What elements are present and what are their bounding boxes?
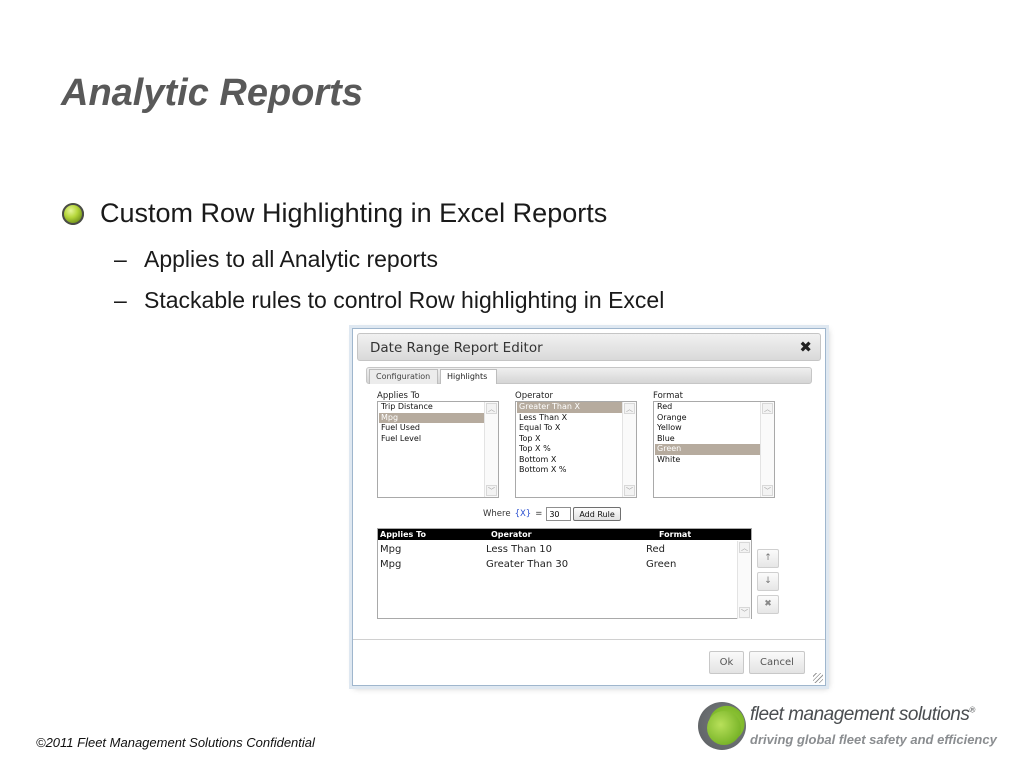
dash-marker: – <box>114 287 127 313</box>
where-equals: = <box>535 509 543 519</box>
table-header: Applies To Operator Format <box>378 529 751 540</box>
cell-operator: Greater Than 30 <box>486 559 569 570</box>
threshold-input[interactable] <box>546 507 572 521</box>
format-listbox[interactable]: Red Orange Yellow Blue Green White ︿ ﹀ <box>653 401 775 498</box>
list-item[interactable]: Equal To X <box>517 423 623 434</box>
column-header-applies-to: Applies To <box>380 530 426 539</box>
list-item[interactable]: Blue <box>655 434 761 445</box>
applies-to-label: Applies To <box>377 391 420 401</box>
where-row: Where {X} = Add Rule <box>483 507 621 521</box>
list-item[interactable]: Fuel Used <box>379 423 485 434</box>
list-item[interactable]: Top X <box>517 434 623 445</box>
sub-bullet: – Stackable rules to control Row highlig… <box>114 287 664 314</box>
main-bullet-text: Custom Row Highlighting in Excel Reports <box>100 198 608 228</box>
list-item[interactable]: White <box>655 455 761 466</box>
cell-applies-to: Mpg <box>380 559 402 570</box>
sub-bullet: – Applies to all Analytic reports <box>114 246 438 273</box>
ok-button[interactable]: Ok <box>709 651 744 674</box>
table-row[interactable]: Mpg Greater Than 30 Green <box>378 558 738 572</box>
list-item[interactable]: Trip Distance <box>379 402 485 413</box>
dialog-header: Date Range Report Editor ✖ <box>357 333 821 361</box>
copyright-notice: ©2011 Fleet Management Solutions Confide… <box>36 735 315 750</box>
list-item[interactable]: Fuel Level <box>379 434 485 445</box>
list-item[interactable]: Red <box>655 402 761 413</box>
green-bullet-icon <box>62 202 84 225</box>
list-item[interactable]: Bottom X % <box>517 465 623 476</box>
move-up-icon[interactable]: ↑ <box>757 549 779 568</box>
cell-operator: Less Than 10 <box>486 544 552 555</box>
applies-to-listbox[interactable]: Trip Distance Mpg Fuel Used Fuel Level ︿… <box>377 401 499 498</box>
list-item-selected[interactable]: Greater Than X <box>517 402 623 413</box>
logo-name-text: fleet management solutions <box>750 704 970 725</box>
slide-title: Analytic Reports <box>61 72 363 114</box>
delete-rule-icon[interactable]: ✖ <box>757 595 779 614</box>
scrollbar[interactable]: ︿ ﹀ <box>737 541 751 619</box>
column-header-format: Format <box>659 530 692 539</box>
tab-configuration[interactable]: Configuration <box>369 369 438 384</box>
sub-bullet-text: Applies to all Analytic reports <box>144 246 439 272</box>
list-item-selected[interactable]: Mpg <box>379 412 485 423</box>
where-label: Where <box>483 509 511 519</box>
main-bullet: Custom Row Highlighting in Excel Reports <box>62 198 607 229</box>
scroll-up-icon[interactable]: ︿ <box>486 403 497 414</box>
list-item[interactable]: Orange <box>655 413 761 424</box>
logo-tagline: driving global fleet safety and efficien… <box>750 732 997 747</box>
scroll-down-icon[interactable]: ﹀ <box>486 485 497 496</box>
where-variable: {X} <box>514 509 532 519</box>
dialog-title: Date Range Report Editor <box>370 340 543 356</box>
scrollbar[interactable]: ︿ ﹀ <box>484 402 498 497</box>
table-row[interactable]: Mpg Less Than 10 Red <box>378 543 738 557</box>
report-editor-dialog: Date Range Report Editor ✖ Configuration… <box>352 328 826 686</box>
close-icon[interactable]: ✖ <box>799 338 812 356</box>
logo-globe-icon <box>698 702 746 750</box>
tab-strip: Configuration Highlights <box>366 367 812 384</box>
rules-table: Applies To Operator Format Mpg Less Than… <box>377 528 752 619</box>
list-item-selected[interactable]: Green <box>655 444 761 455</box>
cell-applies-to: Mpg <box>380 544 402 555</box>
list-item[interactable]: Yellow <box>655 423 761 434</box>
scroll-down-icon[interactable]: ﹀ <box>624 485 635 496</box>
cell-format: Green <box>646 559 677 570</box>
format-label: Format <box>653 391 683 401</box>
scroll-down-icon[interactable]: ﹀ <box>739 607 750 618</box>
move-down-icon[interactable]: ↓ <box>757 572 779 591</box>
tab-highlights[interactable]: Highlights <box>440 369 497 384</box>
cell-format: Red <box>646 544 665 555</box>
operator-label: Operator <box>515 391 554 401</box>
add-rule-button[interactable]: Add Rule <box>573 507 621 521</box>
dialog-divider <box>353 639 825 640</box>
sub-bullet-text: Stackable rules to control Row highlight… <box>144 287 665 313</box>
scroll-down-icon[interactable]: ﹀ <box>762 485 773 496</box>
resize-grip-icon[interactable] <box>813 673 823 683</box>
scrollbar[interactable]: ︿ ﹀ <box>622 402 636 497</box>
scroll-up-icon[interactable]: ︿ <box>762 403 773 414</box>
list-item[interactable]: Bottom X <box>517 455 623 466</box>
company-logo: fleet management solutions® driving glob… <box>698 702 1010 754</box>
operator-listbox[interactable]: Greater Than X Less Than X Equal To X To… <box>515 401 637 498</box>
list-item[interactable]: Top X % <box>517 444 623 455</box>
scrollbar[interactable]: ︿ ﹀ <box>760 402 774 497</box>
cancel-button[interactable]: Cancel <box>749 651 805 674</box>
registered-mark: ® <box>969 705 975 715</box>
scroll-up-icon[interactable]: ︿ <box>624 403 635 414</box>
logo-name: fleet management solutions® <box>750 704 975 726</box>
scroll-up-icon[interactable]: ︿ <box>739 542 750 553</box>
dash-marker: – <box>114 246 127 272</box>
list-item[interactable]: Less Than X <box>517 413 623 424</box>
column-header-operator: Operator <box>491 530 532 539</box>
